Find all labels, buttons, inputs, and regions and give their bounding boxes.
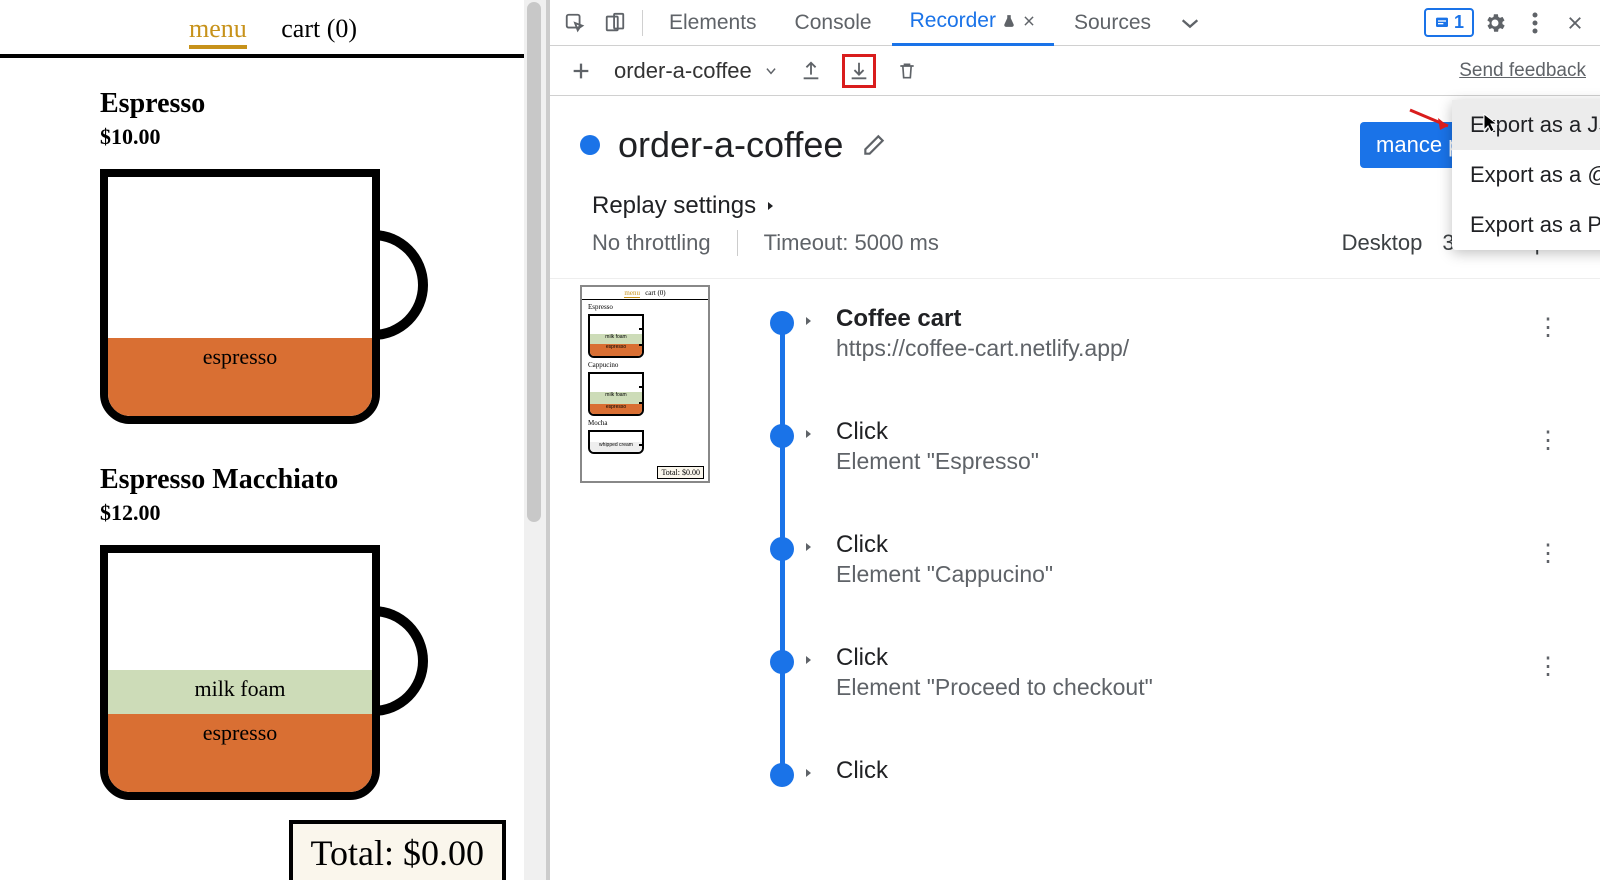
step-title: Click <box>836 418 1570 446</box>
separator <box>737 230 738 256</box>
issues-badge[interactable]: 1 <box>1424 8 1474 37</box>
app-nav: menu cart (0) <box>0 0 546 58</box>
flask-icon <box>1002 14 1016 28</box>
export-menu: Export as a JSON file Export as a @puppe… <box>1452 100 1600 250</box>
chevron-down-icon <box>764 64 778 78</box>
tab-recorder[interactable]: Recorder <box>892 0 1054 46</box>
tab-console[interactable]: Console <box>777 0 890 46</box>
chevron-right-icon <box>764 198 776 214</box>
cup-illustration: milk foam espresso <box>100 540 390 800</box>
scrollbar-thumb[interactable] <box>527 2 541 522</box>
chevron-right-icon[interactable] <box>802 313 814 329</box>
step-title: Click <box>836 757 1570 785</box>
layer-espresso: espresso <box>108 714 372 792</box>
chevron-right-icon[interactable] <box>802 539 814 555</box>
export-json-option[interactable]: Export as a JSON file <box>1452 100 1600 150</box>
tab-recorder-label: Recorder <box>910 9 996 33</box>
kebab-icon[interactable] <box>1516 4 1554 42</box>
step-menu-icon[interactable]: ⋮ <box>1536 426 1560 455</box>
recording-settings: Replay settings nment No throttling Time… <box>550 188 1600 279</box>
recording-name: order-a-coffee <box>614 58 752 84</box>
step-subtitle: https://coffee-cart.netlify.app/ <box>836 335 1570 362</box>
recording-title: order-a-coffee <box>618 124 843 166</box>
product-price: $12.00 <box>100 500 546 526</box>
cup-body: milk foam espresso <box>100 545 380 800</box>
step-dot-icon <box>770 763 794 787</box>
step-dot-icon <box>770 537 794 561</box>
timeout-value[interactable]: Timeout: 5000 ms <box>764 230 939 256</box>
annotation-arrow-icon <box>1408 106 1456 136</box>
product-espresso[interactable]: Espresso $10.00 espresso <box>100 88 546 424</box>
step-title: Click <box>836 644 1570 672</box>
step-subtitle: Element "Cappucino" <box>836 561 1570 588</box>
edit-icon[interactable] <box>861 132 887 158</box>
cursor-icon <box>1482 112 1500 134</box>
app-viewport: menu cart (0) Espresso $10.00 espresso E… <box>0 0 550 880</box>
step-item[interactable]: Click Element "Espresso" ⋮ <box>770 418 1570 475</box>
chevron-right-icon[interactable] <box>802 426 814 442</box>
nav-cart[interactable]: cart (0) <box>281 14 357 43</box>
product-espresso-macchiato[interactable]: Espresso Macchiato $12.00 milk foam espr… <box>100 464 546 800</box>
step-item[interactable]: Click Element "Cappucino" ⋮ <box>770 531 1570 588</box>
export-puppeteer-replay-option[interactable]: Export as a @puppeteer/replay script <box>1452 150 1600 200</box>
cup-illustration: espresso <box>100 164 390 424</box>
delete-icon[interactable] <box>890 54 924 88</box>
steps-timeline: menu cart (0) Espresso milk foamespresso… <box>550 279 1600 880</box>
send-feedback-link[interactable]: Send feedback <box>1459 60 1586 82</box>
import-icon[interactable] <box>794 54 828 88</box>
inspect-icon[interactable] <box>556 4 594 42</box>
devtools: Elements Console Recorder Sources 1 <box>550 0 1600 880</box>
step-dot-icon <box>770 311 794 335</box>
step-item[interactable]: Click Element "Proceed to checkout" ⋮ <box>770 644 1570 701</box>
nav-menu[interactable]: menu <box>189 14 247 49</box>
export-icon[interactable] <box>842 54 876 88</box>
step-item[interactable]: Click <box>770 757 1570 785</box>
tab-sources[interactable]: Sources <box>1056 0 1169 46</box>
cup-body: espresso <box>100 169 380 424</box>
step-item[interactable]: Coffee cart https://coffee-cart.netlify.… <box>770 305 1570 362</box>
settings-icon[interactable] <box>1476 4 1514 42</box>
close-icon[interactable] <box>1022 14 1036 28</box>
recorder-toolbar: order-a-coffee Send feedback <box>550 46 1600 96</box>
scrollbar[interactable] <box>524 0 546 880</box>
recording-selector[interactable]: order-a-coffee <box>612 54 780 88</box>
screenshot-thumbnail[interactable]: menu cart (0) Espresso milk foamespresso… <box>580 285 710 483</box>
env-device: Desktop <box>1342 230 1423 256</box>
issue-count: 1 <box>1454 12 1464 33</box>
step-dot-icon <box>770 650 794 674</box>
add-recording-icon[interactable] <box>564 54 598 88</box>
chevron-right-icon[interactable] <box>802 765 814 781</box>
total-box[interactable]: Total: $0.00 <box>289 820 506 880</box>
issues-icon <box>1434 15 1450 31</box>
throttling-value[interactable]: No throttling <box>592 230 711 256</box>
separator <box>642 10 643 36</box>
status-dot-icon <box>580 135 600 155</box>
step-title: Click <box>836 531 1570 559</box>
chevron-right-icon[interactable] <box>802 652 814 668</box>
close-devtools-icon[interactable] <box>1556 4 1594 42</box>
devtools-tabbar: Elements Console Recorder Sources 1 <box>550 0 1600 46</box>
step-menu-icon[interactable]: ⋮ <box>1536 539 1560 568</box>
device-toggle-icon[interactable] <box>596 4 634 42</box>
step-menu-icon[interactable]: ⋮ <box>1536 652 1560 681</box>
step-subtitle: Element "Espresso" <box>836 448 1570 475</box>
step-menu-icon[interactable]: ⋮ <box>1536 313 1560 342</box>
replay-settings-toggle[interactable]: Replay settings <box>592 192 776 220</box>
layer-milk-foam: milk foam <box>108 670 372 714</box>
product-title: Espresso Macchiato <box>100 464 546 496</box>
more-tabs-icon[interactable] <box>1171 4 1209 42</box>
layer-espresso: espresso <box>108 338 372 416</box>
product-title: Espresso <box>100 88 546 120</box>
step-subtitle: Element "Proceed to checkout" <box>836 674 1570 701</box>
step-title: Coffee cart <box>836 305 1570 333</box>
product-list: Espresso $10.00 espresso Espresso Macchi… <box>0 58 546 800</box>
product-price: $10.00 <box>100 124 546 150</box>
steps-list: Coffee cart https://coffee-cart.netlify.… <box>770 305 1570 785</box>
tab-elements[interactable]: Elements <box>651 0 775 46</box>
export-puppeteer-option[interactable]: Export as a Puppeteer script <box>1452 200 1600 250</box>
replay-settings-label: Replay settings <box>592 192 756 220</box>
step-dot-icon <box>770 424 794 448</box>
